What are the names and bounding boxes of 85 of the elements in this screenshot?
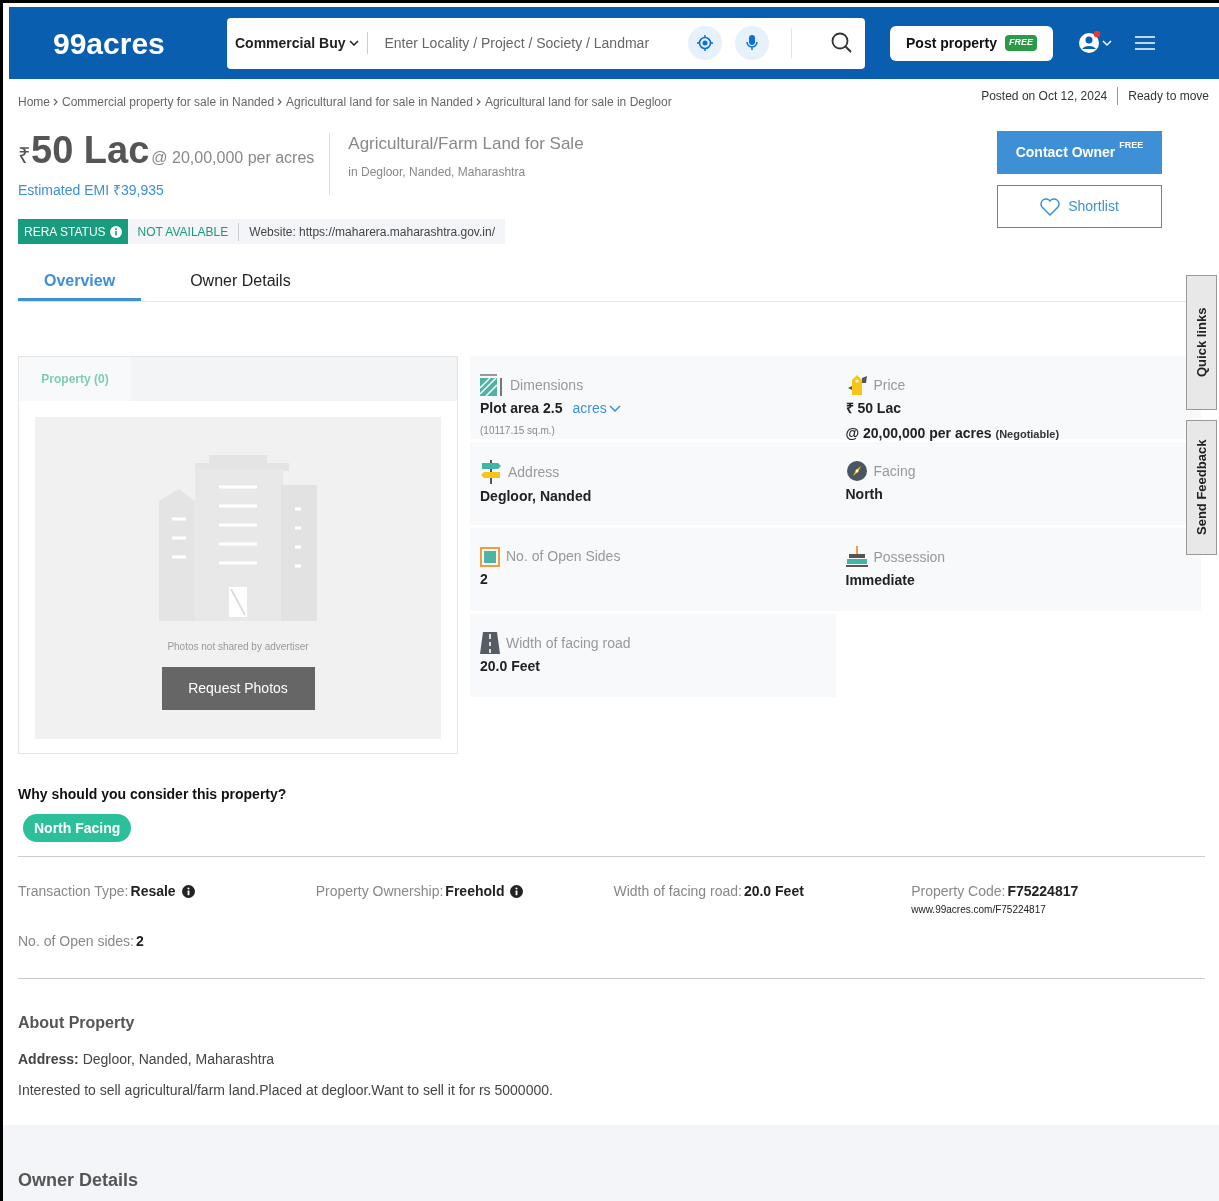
key-handover-icon — [845, 546, 868, 568]
detail-value: Degloor, Nanded — [480, 487, 592, 506]
fact-value: Resale — [130, 882, 176, 901]
currency-symbol: ₹ — [18, 142, 31, 170]
fact-value: 20.0 Feet — [743, 882, 804, 901]
free-label: FREE — [1119, 141, 1144, 150]
chevron-icon — [53, 98, 59, 106]
search-icon[interactable] — [831, 32, 853, 54]
microphone-icon[interactable] — [735, 26, 770, 60]
breadcrumb-link[interactable]: Agricultural land for sale in Degloor — [484, 93, 672, 111]
detail-value: 2 — [480, 570, 488, 589]
property-url: www.99acres.com/F75224817 — [911, 903, 1047, 917]
caret-icon — [349, 40, 360, 46]
breadcrumb-link[interactable]: Agricultural land for sale in Nanded — [286, 93, 473, 111]
detail-label: Width of facing road — [506, 633, 631, 653]
section-tab[interactable]: Owner Details — [164, 264, 317, 301]
post-property-button[interactable]: Post property FREE — [890, 25, 1054, 61]
owner-section-title: Owner Details — [18, 1170, 139, 1190]
location-icon[interactable] — [688, 26, 723, 60]
section-tab[interactable]: Overview — [18, 264, 142, 301]
listing-meta: Posted on Oct 12, 2024 — [981, 88, 1108, 105]
detail-label: Facing — [873, 461, 916, 481]
property-description: Interested to sell agricultural/farm land.Placed at degloor.Want to sell it for rs 5000000. — [18, 1081, 554, 1100]
breadcrumb-link[interactable]: Commercial property for sale in Nanded — [62, 93, 275, 111]
detail-label: Possession — [873, 547, 946, 567]
address-label: Address: — [18, 1050, 79, 1069]
fact-label: Property Ownership: — [315, 882, 444, 901]
building-icon — [159, 455, 317, 621]
logo[interactable]: 99acres — [53, 20, 227, 66]
contact-owner-button[interactable]: Contact Owner FREE — [997, 131, 1162, 174]
highlights-title: Why should you consider this property? — [18, 785, 288, 804]
detail-label: Price — [873, 375, 906, 395]
detail-value: Plot area 2.5 — [480, 399, 563, 418]
fact-label: Transaction Type: — [18, 882, 129, 901]
breadcrumb-link[interactable]: Home — [18, 93, 50, 111]
fact-value: 2 — [135, 932, 144, 951]
detail-subtext: @ 20,00,000 per acres — [845, 424, 992, 443]
search-field[interactable]: Enter Locality / Project / Society / Landmar — [384, 32, 685, 54]
detail-value: North — [845, 485, 883, 504]
price: 50 Lac — [31, 131, 150, 169]
heart-icon — [1040, 197, 1061, 216]
detail-value: ₹ 50 Lac — [845, 399, 901, 418]
highlight-tag: North Facing — [23, 814, 132, 842]
fact-label: Property Code: — [911, 882, 1006, 901]
request-photos-button[interactable]: Request Photos — [161, 667, 315, 710]
negotiable-note: (Negotiable) — [995, 427, 1060, 442]
unit-dropdown[interactable]: acres — [572, 398, 621, 419]
info-icon[interactable] — [510, 885, 524, 898]
rera-status: NOT AVAILABLE — [127, 222, 240, 241]
shortlist-button[interactable]: Shortlist — [997, 185, 1162, 228]
emi-link[interactable]: Estimated EMI ₹39,935 — [18, 180, 315, 201]
road-icon — [480, 632, 500, 654]
signpost-icon — [480, 460, 502, 484]
plot-icon — [480, 374, 504, 396]
detail-subtext: (10117.15 sq.m.) — [480, 424, 555, 438]
detail-label: Dimensions — [510, 375, 584, 395]
about-address: Degloor, Nanded, Maharashtra — [82, 1050, 275, 1069]
detail-label: Address — [508, 462, 560, 482]
chevron-icon — [475, 98, 482, 106]
fact-value: Freehold — [445, 882, 505, 901]
rera-status-badge: RERA STATUS — [18, 219, 128, 244]
chevron-icon — [608, 404, 621, 413]
side-tab[interactable]: Send Feedback — [1186, 420, 1217, 555]
fact-value: F75224817 — [1007, 882, 1079, 901]
fact-label: No. of Open sides: — [18, 932, 134, 951]
user-icon[interactable] — [1079, 31, 1114, 55]
detail-value: Immediate — [845, 571, 915, 590]
compass-icon — [845, 460, 868, 482]
info-icon[interactable] — [181, 885, 195, 898]
detail-label: No. of Open Sides — [506, 547, 621, 566]
chevron-icon — [277, 98, 284, 106]
listing-location: in Degloor, Nanded, Maharashtra — [348, 163, 527, 181]
listing-meta: Ready to move — [1117, 87, 1209, 105]
square-icon — [480, 546, 500, 567]
photo-note: Photos not shared by advertiser — [167, 640, 309, 654]
rera-website: Website: https://maharera.maharashtra.gov.in/ — [248, 223, 496, 241]
fact-label: Width of facing road: — [613, 882, 742, 901]
about-title: About Property — [18, 1013, 136, 1033]
category-dropdown[interactable]: Commercial Buy — [235, 32, 369, 54]
price-rate: @ 20,00,000 per acres — [151, 148, 315, 168]
listing-title: Agricultural/Farm Land for Sale — [348, 133, 584, 155]
detail-value: 20.0 Feet — [480, 657, 540, 676]
side-tab[interactable]: Quick links — [1186, 275, 1217, 410]
menu-icon[interactable] — [1135, 36, 1156, 50]
free-badge: FREE — [1005, 35, 1038, 51]
